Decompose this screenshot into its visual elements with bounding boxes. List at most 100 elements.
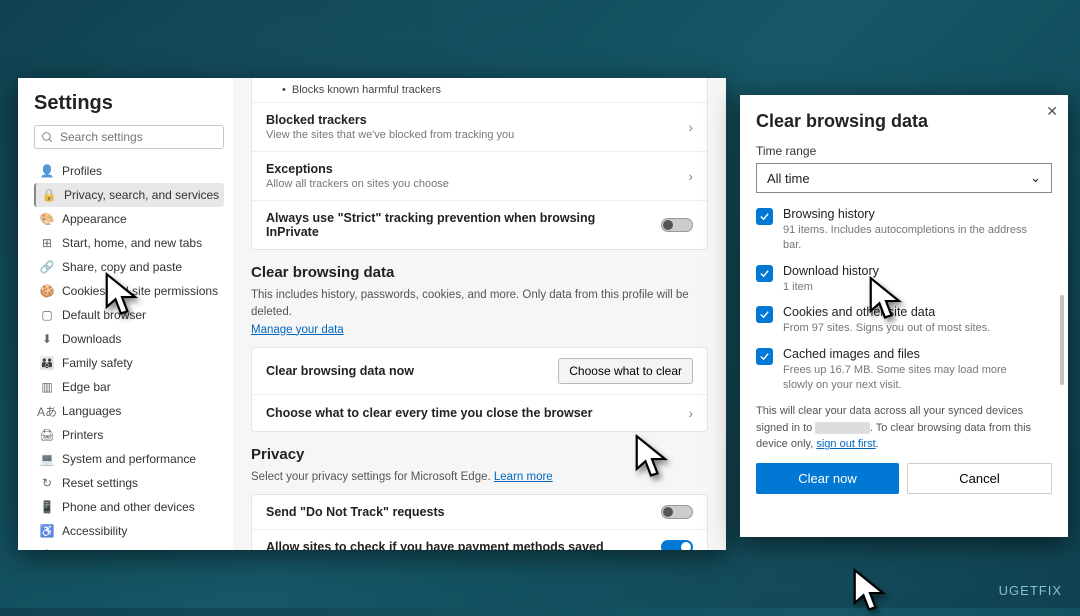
time-range-label: Time range <box>756 144 1052 158</box>
row-title: Blocked trackers <box>266 113 678 127</box>
sidebar-item-appearance[interactable]: 🎨 Appearance <box>34 207 224 231</box>
settings-sidebar: Settings 👤Profiles 🔒 Privacy, search, and… <box>18 78 233 550</box>
do-not-track-toggle[interactable] <box>661 505 693 519</box>
check-title: Browsing history <box>783 207 1036 221</box>
close-button[interactable]: ✕ <box>1046 103 1058 120</box>
sidebar-item-system[interactable]: 💻System and performance <box>34 447 224 471</box>
row-title: Clear browsing data now <box>266 364 548 378</box>
reset-icon: ↻ <box>40 476 54 490</box>
check-subtitle: Frees up 16.7 MB. Some sites may load mo… <box>783 363 1036 394</box>
row-subtitle: Allow all trackers on sites you choose <box>266 178 678 190</box>
check-subtitle: From 97 sites. Signs you out of most sit… <box>783 321 990 336</box>
clear-browsing-data-dialog: ✕ Clear browsing data Time range All tim… <box>740 95 1068 537</box>
checkbox-icon[interactable] <box>756 306 773 323</box>
home-tab-icon: ⊞ <box>40 236 54 250</box>
sidebar-item-label: Edge bar <box>62 380 111 394</box>
choose-what-to-clear-button[interactable]: Choose what to clear <box>558 358 693 384</box>
clear-now-row: Clear browsing data now Choose what to c… <box>252 348 707 395</box>
sidebar-item-share[interactable]: 🔗Share, copy and paste <box>34 255 224 279</box>
sidebar-item-phone[interactable]: 📱 Phone and other devices <box>34 495 224 519</box>
dialog-title: Clear browsing data <box>756 111 1052 132</box>
sidebar-item-label: Appearance <box>62 212 127 226</box>
sidebar-item-accessibility[interactable]: ♿Accessibility <box>34 519 224 543</box>
sidebar-item-label: Privacy, search, and services <box>64 188 219 202</box>
sidebar-item-profiles[interactable]: 👤Profiles <box>34 159 224 183</box>
sidebar-item-label: Accessibility <box>62 524 127 538</box>
sidebar-item-default-browser[interactable]: ▢Default browser <box>34 303 224 327</box>
about-icon: ⓘ <box>40 548 54 550</box>
sidebar-item-edgebar[interactable]: ▥ Edge bar <box>34 375 224 399</box>
clear-items-list: Browsing history91 items. Includes autoc… <box>756 207 1052 393</box>
sync-note: This will clear your data across all you… <box>756 403 1052 453</box>
clear-now-button[interactable]: Clear now <box>756 463 899 494</box>
check-item-browsing-history[interactable]: Browsing history91 items. Includes autoc… <box>756 207 1052 254</box>
profile-icon: 👤 <box>40 164 54 178</box>
row-subtitle: View the sites that we've blocked from t… <box>266 129 678 141</box>
sidebar-item-label: Start, home, and new tabs <box>62 236 202 250</box>
time-range-value: All time <box>767 171 810 186</box>
sidebar-item-privacy[interactable]: 🔒 Privacy, search, and services <box>34 183 224 207</box>
sidebar-item-languages[interactable]: AあLanguages <box>34 399 224 423</box>
sidebar-item-about[interactable]: ⓘ About Microsoft Edge <box>34 543 224 550</box>
privacy-heading: Privacy <box>251 446 708 463</box>
check-item-cached[interactable]: Cached images and files Frees up 16.7 MB.… <box>756 347 1052 394</box>
clear-data-card: Clear browsing data now Choose what to c… <box>251 347 708 432</box>
sign-out-first-link[interactable]: sign out first <box>816 438 875 450</box>
clear-on-close-row[interactable]: Choose what to clear every time you clos… <box>252 395 707 431</box>
chevron-right-icon: › <box>688 405 693 421</box>
redacted-account: xxxxxxx <box>815 422 870 434</box>
payment-check-toggle[interactable] <box>661 540 693 550</box>
sidebar-item-cookies[interactable]: 🍪Cookies and site permissions <box>34 279 224 303</box>
check-item-download-history[interactable]: Download history1 item <box>756 264 1052 295</box>
check-item-cookies[interactable]: Cookies and other site data From 97 sites… <box>756 305 1052 336</box>
check-title: Cookies and other site data <box>783 305 990 319</box>
manage-data-link[interactable]: Manage your data <box>251 324 344 336</box>
sidebar-item-label: Family safety <box>62 356 133 370</box>
sidebar-item-label: About Microsoft Edge <box>62 548 177 550</box>
tracking-prevention-card: Blocks known harmful trackers Blocked tr… <box>251 78 708 250</box>
search-input[interactable] <box>60 130 217 144</box>
chevron-right-icon: › <box>688 119 693 135</box>
sidebar-item-family[interactable]: 👪 Family safety <box>34 351 224 375</box>
privacy-card: Send "Do Not Track" requests Allow sites… <box>251 494 708 550</box>
search-settings-field[interactable] <box>34 125 224 149</box>
desc-text: This includes history, passwords, cookie… <box>251 289 689 318</box>
family-icon: 👪 <box>40 356 54 370</box>
language-icon: Aあ <box>40 404 54 418</box>
privacy-desc: Select your privacy settings for Microso… <box>251 469 708 486</box>
sidebar-nav: 👤Profiles 🔒 Privacy, search, and services… <box>34 159 224 550</box>
checkbox-icon[interactable] <box>756 208 773 225</box>
lock-icon: 🔒 <box>42 188 56 202</box>
checkbox-icon[interactable] <box>756 265 773 282</box>
settings-content: Blocks known harmful trackers Blocked tr… <box>233 78 726 550</box>
settings-title: Settings <box>34 92 224 115</box>
appearance-icon: 🎨 <box>40 212 54 226</box>
sidebar-item-label: Printers <box>62 428 103 442</box>
settings-window: Settings 👤Profiles 🔒 Privacy, search, and… <box>18 78 726 550</box>
search-icon <box>41 131 54 144</box>
sidebar-item-label: Default browser <box>62 308 146 322</box>
phone-icon: 📱 <box>40 500 54 514</box>
blocked-trackers-row[interactable]: Blocked trackers View the sites that we'… <box>252 103 707 152</box>
cursor-icon <box>852 568 888 616</box>
tracker-bullet: Blocks known harmful trackers <box>252 78 707 103</box>
strict-inprivate-toggle[interactable] <box>661 218 693 232</box>
sidebar-item-start-home[interactable]: ⊞ Start, home, and new tabs <box>34 231 224 255</box>
scrollbar[interactable] <box>1060 295 1064 385</box>
cancel-button[interactable]: Cancel <box>907 463 1052 494</box>
sidebar-item-reset[interactable]: ↻Reset settings <box>34 471 224 495</box>
edgebar-icon: ▥ <box>40 380 54 394</box>
sidebar-item-downloads[interactable]: ⬇Downloads <box>34 327 224 351</box>
row-title: Always use "Strict" tracking prevention … <box>266 211 651 239</box>
row-title: Exceptions <box>266 162 678 176</box>
chevron-down-icon: ⌄ <box>1030 170 1041 186</box>
sidebar-item-printers[interactable]: 🖨 Printers <box>34 423 224 447</box>
learn-more-link[interactable]: Learn more <box>494 471 553 483</box>
check-title: Cached images and files <box>783 347 1036 361</box>
printer-icon: 🖨 <box>40 428 54 442</box>
sidebar-item-label: Phone and other devices <box>62 500 195 514</box>
checkbox-icon[interactable] <box>756 348 773 365</box>
exceptions-row[interactable]: Exceptions Allow all trackers on sites y… <box>252 152 707 201</box>
sidebar-item-label: System and performance <box>62 452 196 466</box>
time-range-select[interactable]: All time ⌄ <box>756 163 1052 193</box>
